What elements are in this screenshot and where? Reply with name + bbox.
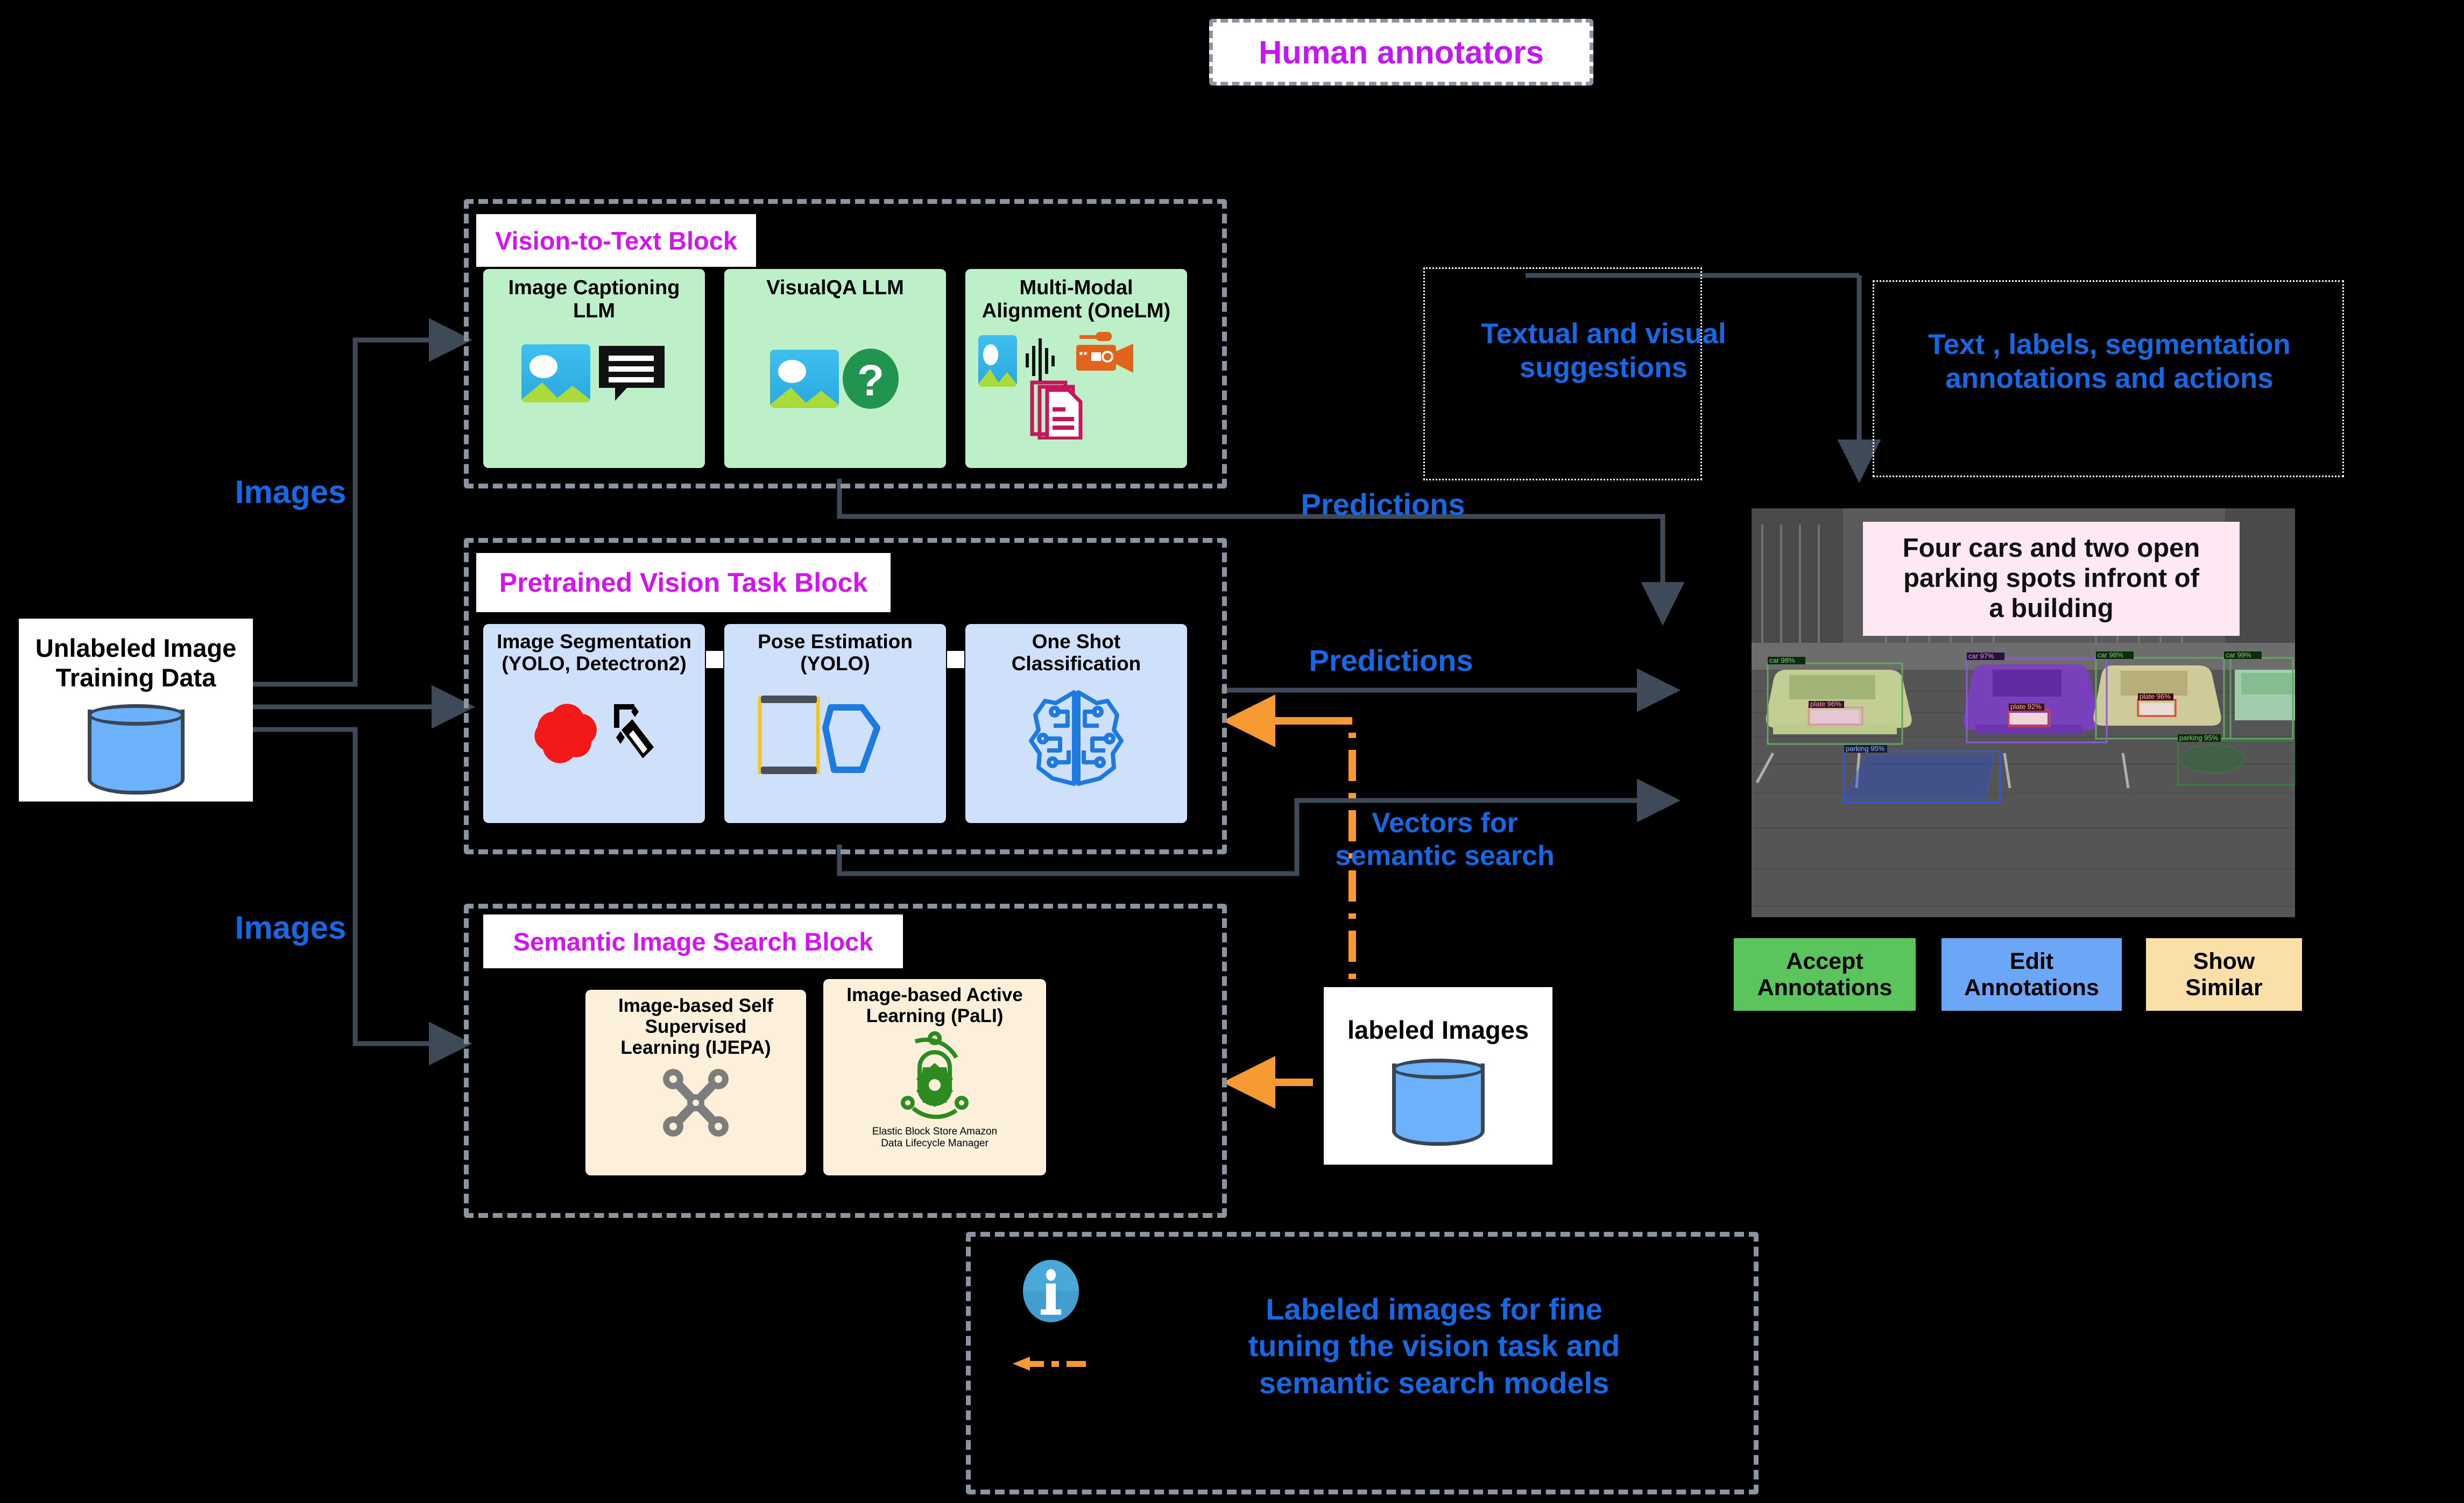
database-cylinder-icon <box>1392 1058 1485 1146</box>
button-label-line2: Annotations <box>1964 974 2099 1001</box>
footer-note-line1: Labeled images for fine <box>1266 1292 1602 1326</box>
svg-text:plate 92%: plate 92% <box>2010 703 2042 711</box>
button-label-line2: Annotations <box>1757 974 1893 1001</box>
annotations-line1: Text , labels, segmentation <box>1928 329 2291 360</box>
accept-annotations-button[interactable]: Accept Annotations <box>1734 938 1916 1011</box>
unlabeled-image-training-data-box: Unlabeled Image Training Data <box>19 619 253 802</box>
labeled-images-label: labeled Images <box>1347 1015 1529 1044</box>
card-title-line: Image Segmentation <box>497 630 691 653</box>
card-title-line: Alignment (OneLM) <box>982 299 1171 322</box>
labeled-images-box: labeled Images <box>1324 987 1552 1165</box>
card-title-line: (YOLO) <box>800 653 870 675</box>
connector-square-1 <box>706 651 723 668</box>
pose-keypoints-icon <box>754 692 916 781</box>
pretrained-vision-task-block-title: Pretrained Vision Task Block <box>476 553 891 612</box>
card-title-line: Image-based Self <box>618 995 773 1016</box>
card-title-line: LLM <box>573 299 616 322</box>
source-title-line2: Training Data <box>55 663 216 692</box>
card-title-line: (YOLO, Detectron2) <box>502 653 687 675</box>
svg-text:parking 95%: parking 95% <box>2179 734 2219 742</box>
suggestions-line2: suggestions <box>1519 351 1688 384</box>
card-one-shot-classification[interactable]: One Shot Classification <box>965 624 1187 823</box>
card-title-line: Image Captioning <box>508 277 680 299</box>
edit-annotations-button[interactable]: Edit Annotations <box>1941 938 2122 1011</box>
card-title-line: Multi-Modal <box>1019 277 1133 299</box>
textual-visual-suggestions-label: Textual and visual suggestions <box>1448 317 1760 385</box>
svg-text:parking 95%: parking 95% <box>1846 745 1885 753</box>
card-title-line: Learning (IJEPA) <box>620 1037 771 1059</box>
orange-dash-dot-arrow-icon <box>1012 1356 1103 1372</box>
caption-line2: parking spots infront of <box>1903 564 2199 593</box>
svg-text:car 98%: car 98% <box>2098 651 2123 659</box>
button-label-line1: Accept <box>1786 948 1863 975</box>
block-title-text: Vision-to-Text Block <box>495 226 738 255</box>
predictions-label-top: Predictions <box>1301 487 1465 521</box>
card-caption-line1: Elastic Block Store Amazon <box>872 1126 998 1138</box>
card-image-based-self-supervised-learning[interactable]: Image-based Self Supervised Learning (IJ… <box>585 990 806 1175</box>
block-title-text: Semantic Image Search Block <box>513 927 873 956</box>
footer-note-text: Labeled images for fine tuning the visio… <box>1200 1291 1668 1401</box>
button-label-line1: Edit <box>2009 948 2054 975</box>
card-pose-estimation[interactable]: Pose Estimation (YOLO) <box>724 624 946 823</box>
annotations-line2: annotations and actions <box>1945 362 2274 394</box>
card-image-captioning-llm[interactable]: Image Captioning LLM <box>483 269 705 468</box>
connector-square-2 <box>947 651 964 668</box>
button-label-line2: Similar <box>2185 974 2263 1001</box>
svg-text:?: ? <box>857 356 884 405</box>
image-audio-video-document-icon <box>965 330 1187 440</box>
vectors-for-semantic-search-label: Vectors for semantic search <box>1302 807 1587 873</box>
card-title-line: Pose Estimation <box>758 630 913 653</box>
footer-note-line3: semantic search models <box>1259 1365 1609 1400</box>
card-title-line: Supervised <box>645 1016 747 1038</box>
lifecycle-gear-icon <box>886 1030 983 1125</box>
svg-text:car 98%: car 98% <box>1769 656 1795 664</box>
semantic-image-search-block-title: Semantic Image Search Block <box>483 914 903 968</box>
svg-text:car 99%: car 99% <box>2226 651 2251 659</box>
image-and-text-bubble-icon <box>521 344 667 403</box>
node-graph-icon <box>658 1065 733 1143</box>
card-image-based-active-learning[interactable]: Image-based Active Learning (PaLI) Elast… <box>823 979 1046 1175</box>
card-title-line: Learning (PaLI) <box>866 1005 1004 1027</box>
human-annotators-label: Human annotators <box>1258 34 1544 70</box>
card-title-line: Image-based Active <box>846 984 1023 1005</box>
caption-line3: a building <box>1989 593 2114 623</box>
images-label-bottom: Images <box>235 910 347 946</box>
svg-text:car 97%: car 97% <box>1968 652 1994 660</box>
card-image-segmentation[interactable]: Image Segmentation (YOLO, Detectron2) <box>483 624 705 823</box>
text-labels-annotations-label: Text , labels, segmentation annotations … <box>1873 328 2346 395</box>
suggestions-line1: Textual and visual <box>1481 318 1726 350</box>
image-caption-overlay: Four cars and two open parking spots inf… <box>1863 522 2240 636</box>
human-annotators-box: Human annotators <box>1209 19 1593 86</box>
image-and-question-mark-icon: ? <box>770 347 900 410</box>
source-title-line1: Unlabeled Image <box>35 634 237 662</box>
images-label-top: Images <box>235 474 347 510</box>
svg-text:plate 96%: plate 96% <box>2140 692 2171 700</box>
caption-line1: Four cars and two open <box>1902 534 2200 563</box>
brain-circuit-icon <box>1022 687 1130 792</box>
footer-note-line2: tuning the vision task and <box>1248 1329 1620 1363</box>
card-title-line: VisualQA LLM <box>766 277 904 299</box>
segmentation-wand-icon <box>516 694 672 783</box>
card-title-line: Classification <box>1011 653 1141 675</box>
vectors-label-line2: semantic search <box>1335 840 1555 872</box>
button-label-line1: Show <box>2193 948 2255 975</box>
vision-to-text-block-title: Vision-to-Text Block <box>476 214 756 267</box>
card-multimodal-alignment-onelm[interactable]: Multi-Modal Alignment (OneLM) <box>965 269 1187 468</box>
show-similar-button[interactable]: Show Similar <box>2146 938 2302 1011</box>
card-title-line: One Shot <box>1032 630 1121 653</box>
block-title-text: Pretrained Vision Task Block <box>499 568 868 598</box>
card-visualqa-llm[interactable]: VisualQA LLM ? <box>724 269 946 468</box>
info-circle-icon <box>1021 1259 1081 1323</box>
vectors-label-line1: Vectors for <box>1372 807 1518 839</box>
card-caption-line2: Data Lifecycle Manager <box>881 1137 989 1149</box>
database-cylinder-icon <box>87 704 185 795</box>
predictions-label-bottom: Predictions <box>1309 643 1473 677</box>
svg-text:plate 96%: plate 96% <box>1810 700 1841 708</box>
